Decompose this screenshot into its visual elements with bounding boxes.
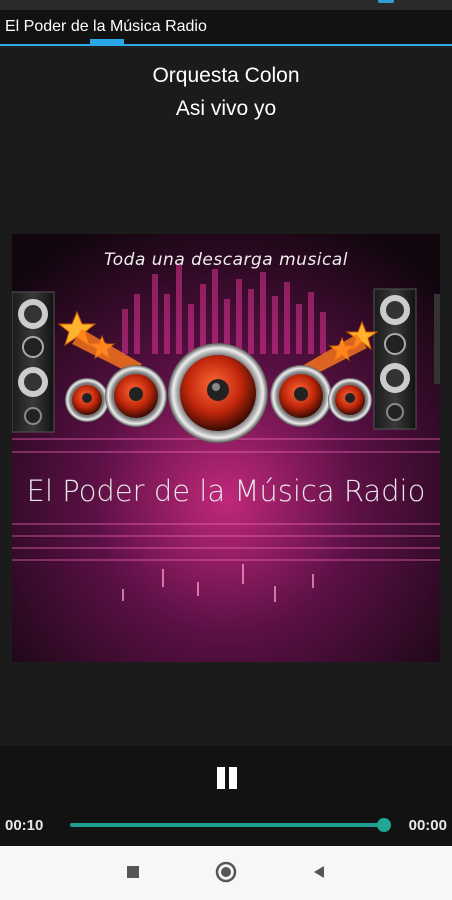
artwork-tagline: Toda una descarga musical bbox=[103, 250, 349, 270]
system-navigation-bar bbox=[0, 846, 452, 900]
recent-apps-button[interactable] bbox=[121, 860, 145, 884]
album-artwork: Toda una descarga musical El Poder de la… bbox=[12, 234, 440, 662]
status-indicator bbox=[378, 0, 394, 3]
home-icon bbox=[215, 861, 237, 883]
pause-icon-bar bbox=[229, 767, 237, 789]
total-time: 00:00 bbox=[408, 817, 447, 834]
artwork-graphic bbox=[12, 234, 440, 662]
back-icon bbox=[314, 866, 324, 878]
right-speaker-cabinet bbox=[373, 288, 417, 430]
pause-button[interactable] bbox=[208, 765, 244, 795]
artwork-station-name: El Poder de la Música Radio bbox=[26, 474, 426, 508]
seek-bar[interactable] bbox=[70, 818, 391, 832]
pause-icon bbox=[217, 767, 225, 789]
seek-progress bbox=[70, 823, 384, 827]
player-controls: 00:10 00:00 bbox=[0, 746, 452, 846]
tab-bar: El Poder de la Música Radio bbox=[0, 10, 452, 46]
tab-station-title[interactable]: El Poder de la Música Radio bbox=[5, 18, 207, 36]
back-button[interactable] bbox=[307, 860, 331, 884]
status-bar bbox=[0, 0, 452, 10]
song-title: Asi vivo yo bbox=[175, 97, 277, 120]
tab-underline bbox=[0, 44, 452, 46]
seek-thumb[interactable] bbox=[377, 818, 391, 832]
left-speaker-cabinet bbox=[12, 291, 55, 433]
home-button[interactable] bbox=[214, 860, 238, 884]
artist-name: Orquesta Colon bbox=[152, 64, 300, 87]
recent-apps-icon bbox=[127, 866, 139, 878]
elapsed-time: 00:10 bbox=[5, 817, 44, 834]
